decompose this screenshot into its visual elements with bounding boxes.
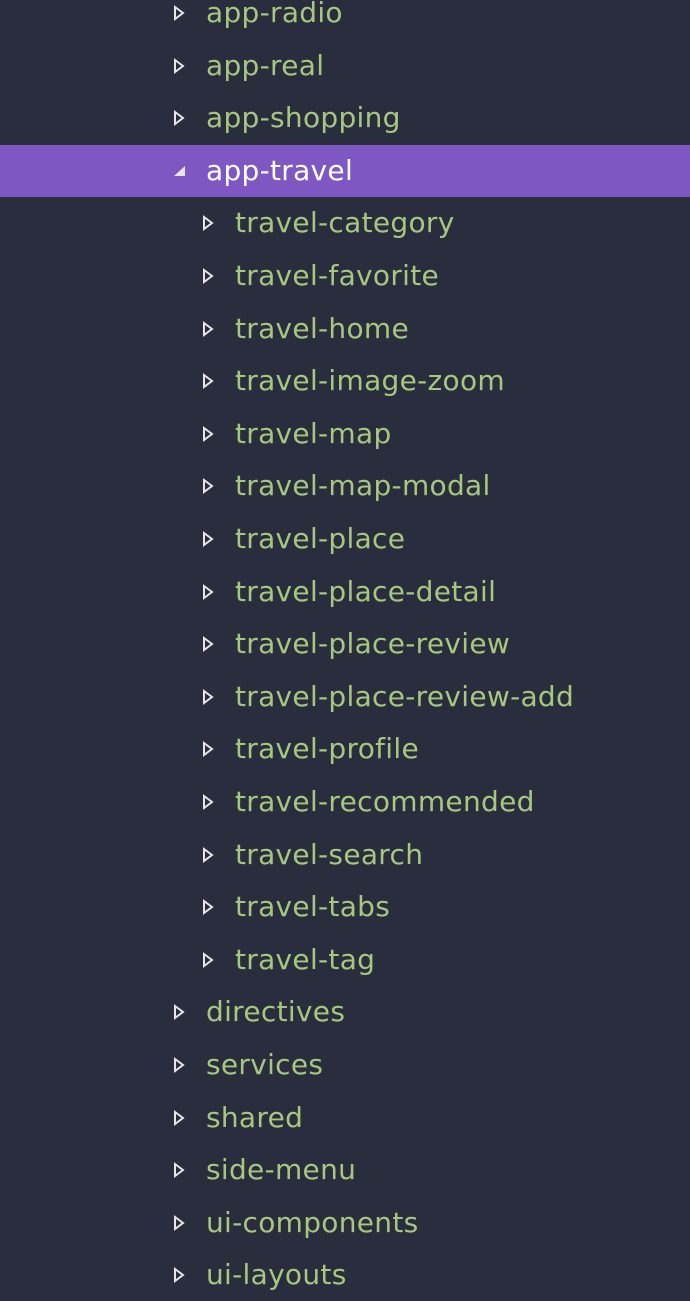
tree-item-travel-place-detail[interactable]: travel-place-detail <box>0 566 690 618</box>
tree-item-label: travel-place-detail <box>235 574 497 608</box>
tree-item-label: travel-place <box>235 522 406 555</box>
tree-item-label: travel-profile <box>235 732 419 766</box>
tree-item-label: app-radio <box>206 0 343 29</box>
tree-item-label: travel-tag <box>235 942 376 976</box>
tree-item-label: app-travel <box>206 153 354 187</box>
chevron-collapsed-icon[interactable] <box>172 109 186 127</box>
tree-item-app-radio[interactable]: app-radio <box>0 0 690 39</box>
tree-item-directives[interactable]: directives <box>0 986 690 1038</box>
tree-item-label: travel-recommended <box>235 785 535 818</box>
tree-item-ui-components[interactable]: ui-components <box>0 1197 690 1249</box>
file-tree: app-radio app-real app-shopping app-travel t… <box>0 0 690 1291</box>
chevron-collapsed-icon[interactable] <box>172 1056 186 1074</box>
chevron-collapsed-icon[interactable] <box>172 1003 186 1021</box>
chevron-collapsed-icon[interactable] <box>172 1266 186 1284</box>
tree-item-shared[interactable]: shared <box>0 1092 690 1144</box>
tree-item-label: travel-tabs <box>235 890 391 924</box>
chevron-collapsed-icon[interactable] <box>201 688 215 706</box>
tree-item-label: travel-category <box>235 206 455 240</box>
tree-item-label: travel-favorite <box>235 259 440 292</box>
tree-item-travel-place[interactable]: travel-place <box>0 513 690 565</box>
chevron-collapsed-icon[interactable] <box>201 898 215 916</box>
tree-item-app-travel[interactable]: app-travel <box>0 144 690 197</box>
tree-item-services[interactable]: services <box>0 1039 690 1091</box>
tree-item-travel-favorite[interactable]: travel-favorite <box>0 250 690 302</box>
chevron-expanded-icon[interactable] <box>172 162 186 180</box>
chevron-collapsed-icon[interactable] <box>201 846 215 864</box>
tree-item-label: ui-layouts <box>206 1258 347 1292</box>
tree-item-label: travel-place-review-add <box>235 679 575 713</box>
chevron-collapsed-icon[interactable] <box>201 951 215 969</box>
chevron-collapsed-icon[interactable] <box>172 1214 186 1232</box>
chevron-collapsed-icon[interactable] <box>201 583 215 601</box>
chevron-collapsed-icon[interactable] <box>201 635 215 653</box>
tree-item-label: travel-search <box>235 837 424 871</box>
chevron-collapsed-icon[interactable] <box>201 425 215 443</box>
tree-item-label: ui-components <box>206 1205 419 1239</box>
tree-item-label: side-menu <box>206 1153 357 1187</box>
chevron-collapsed-icon[interactable] <box>172 1161 186 1179</box>
tree-item-label: services <box>206 1048 324 1081</box>
tree-item-label: travel-image-zoom <box>235 364 505 398</box>
tree-item-label: shared <box>206 1100 304 1134</box>
tree-item-label: travel-place-review <box>235 627 511 661</box>
tree-item-label: travel-map <box>235 416 392 450</box>
chevron-collapsed-icon[interactable] <box>172 1109 186 1127</box>
tree-item-side-menu[interactable]: side-menu <box>0 1144 690 1196</box>
tree-item-ui-layouts[interactable]: ui-layouts <box>0 1249 690 1301</box>
chevron-collapsed-icon[interactable] <box>201 793 215 811</box>
tree-item-app-real[interactable]: app-real <box>0 40 690 92</box>
tree-item-label: app-shopping <box>206 101 401 135</box>
chevron-collapsed-icon[interactable] <box>201 320 215 338</box>
tree-item-label: app-real <box>206 48 325 82</box>
tree-item-travel-category[interactable]: travel-category <box>0 197 690 249</box>
tree-item-travel-place-review[interactable]: travel-place-review <box>0 618 690 670</box>
tree-item-travel-tabs[interactable]: travel-tabs <box>0 881 690 933</box>
chevron-collapsed-icon[interactable] <box>201 477 215 495</box>
tree-item-travel-home[interactable]: travel-home <box>0 303 690 355</box>
tree-item-travel-place-review-add[interactable]: travel-place-review-add <box>0 671 690 723</box>
chevron-collapsed-icon[interactable] <box>172 4 186 22</box>
chevron-collapsed-icon[interactable] <box>172 57 186 75</box>
tree-item-travel-search[interactable]: travel-search <box>0 829 690 881</box>
chevron-collapsed-icon[interactable] <box>201 530 215 548</box>
tree-item-travel-tag[interactable]: travel-tag <box>0 934 690 986</box>
chevron-collapsed-icon[interactable] <box>201 740 215 758</box>
chevron-collapsed-icon[interactable] <box>201 214 215 232</box>
tree-item-app-shopping[interactable]: app-shopping <box>0 92 690 144</box>
tree-item-label: travel-home <box>235 311 410 345</box>
tree-item-travel-map-modal[interactable]: travel-map-modal <box>0 460 690 512</box>
tree-item-travel-recommended[interactable]: travel-recommended <box>0 776 690 828</box>
tree-item-travel-image-zoom[interactable]: travel-image-zoom <box>0 355 690 407</box>
tree-item-label: travel-map-modal <box>235 469 491 503</box>
chevron-collapsed-icon[interactable] <box>201 372 215 390</box>
chevron-collapsed-icon[interactable] <box>201 267 215 285</box>
tree-item-label: directives <box>206 995 346 1029</box>
tree-item-travel-map[interactable]: travel-map <box>0 408 690 460</box>
tree-item-travel-profile[interactable]: travel-profile <box>0 723 690 775</box>
